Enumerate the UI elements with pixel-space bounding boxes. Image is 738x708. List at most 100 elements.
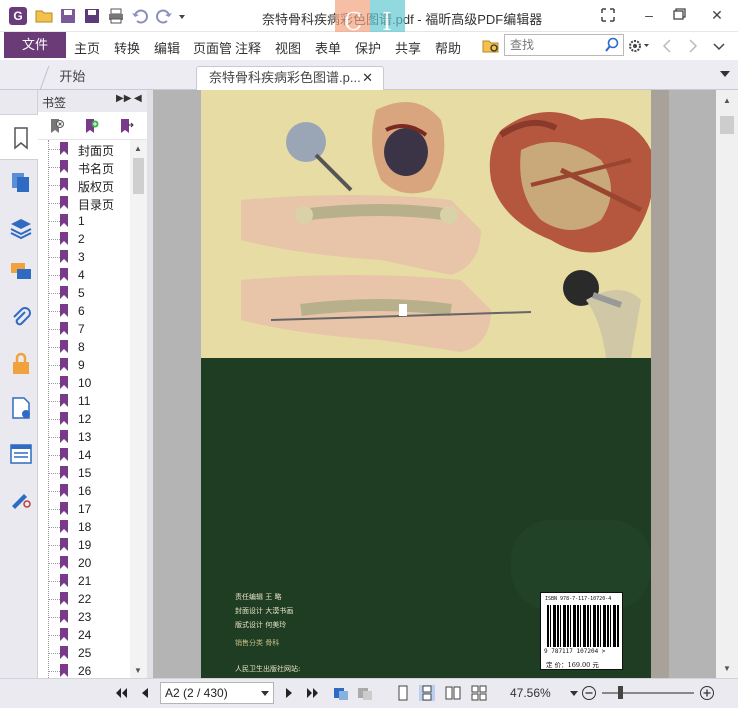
scroll-up-arrow-icon[interactable]: ▲ bbox=[134, 144, 142, 153]
add-bookmark-icon[interactable] bbox=[83, 118, 99, 134]
form-fields-icon[interactable] bbox=[9, 442, 33, 466]
redo-icon[interactable] bbox=[155, 7, 173, 25]
next-view-icon[interactable] bbox=[357, 685, 373, 701]
zoom-slider-thumb[interactable] bbox=[618, 686, 623, 699]
print-icon[interactable] bbox=[107, 7, 125, 25]
zoom-slider-track[interactable] bbox=[602, 692, 694, 694]
file-menu-button[interactable]: 文件 bbox=[4, 32, 66, 58]
bookmark-item[interactable]: 书名页 bbox=[48, 158, 130, 176]
layers-icon[interactable] bbox=[9, 216, 33, 240]
search-box[interactable] bbox=[504, 34, 624, 56]
menu-protect[interactable]: 保护 bbox=[355, 38, 381, 57]
first-page-icon[interactable] bbox=[113, 685, 129, 701]
next-page-icon[interactable] bbox=[281, 685, 297, 701]
doc-scroll-up-arrow-icon[interactable]: ▲ bbox=[723, 96, 731, 105]
doc-scroll-down-arrow-icon[interactable]: ▼ bbox=[723, 664, 731, 673]
bookmark-item[interactable]: 17 bbox=[48, 500, 130, 518]
document-properties-icon[interactable] bbox=[9, 396, 33, 420]
save-icon[interactable] bbox=[59, 7, 77, 25]
continuous-view-icon[interactable] bbox=[419, 685, 435, 701]
document-scrollbar[interactable]: ▲ ▼ bbox=[716, 90, 738, 678]
find-folder-icon[interactable] bbox=[482, 37, 500, 55]
bookmark-item[interactable]: 版权页 bbox=[48, 176, 130, 194]
bookmark-item[interactable]: 10 bbox=[48, 374, 130, 392]
bookmark-item[interactable]: 23 bbox=[48, 608, 130, 626]
bookmark-item[interactable]: 1 bbox=[48, 212, 130, 230]
bookmark-item[interactable]: 8 bbox=[48, 338, 130, 356]
zoom-level[interactable]: 47.56% bbox=[510, 686, 551, 700]
tab-document[interactable]: 奈特骨科疾病彩色图谱.p... ✕ bbox=[196, 66, 384, 90]
next-arrow-icon[interactable] bbox=[686, 38, 700, 54]
bookmark-item[interactable]: 13 bbox=[48, 428, 130, 446]
bookmark-item[interactable]: 15 bbox=[48, 464, 130, 482]
minimize-button[interactable]: – bbox=[638, 4, 660, 26]
previous-page-icon[interactable] bbox=[137, 685, 153, 701]
menu-share[interactable]: 共享 bbox=[395, 38, 421, 57]
continuous-facing-view-icon[interactable] bbox=[471, 685, 487, 701]
bookmark-item[interactable]: 封面页 bbox=[48, 140, 130, 158]
bookmark-item[interactable]: 21 bbox=[48, 572, 130, 590]
collapse-ribbon-icon[interactable] bbox=[712, 38, 726, 54]
bookmark-item[interactable]: 18 bbox=[48, 518, 130, 536]
bookmark-item[interactable]: 4 bbox=[48, 266, 130, 284]
delete-bookmark-icon[interactable] bbox=[48, 118, 64, 134]
bookmark-item[interactable]: 20 bbox=[48, 554, 130, 572]
restore-button[interactable] bbox=[668, 4, 690, 26]
bookmark-panel-icon[interactable] bbox=[9, 126, 33, 150]
menu-form[interactable]: 表单 bbox=[315, 38, 341, 57]
menu-view[interactable]: 视图 bbox=[275, 38, 301, 57]
save-as-icon[interactable] bbox=[83, 7, 101, 25]
comments-icon[interactable] bbox=[9, 260, 33, 284]
undo-icon[interactable] bbox=[131, 7, 149, 25]
tab-list-dropdown-icon[interactable] bbox=[720, 71, 730, 77]
menu-page-manage[interactable]: 页面管 bbox=[193, 38, 231, 57]
menu-home[interactable]: 主页 bbox=[74, 38, 100, 57]
document-view[interactable]: 责任编辑 王 略 封面设计 大漠书画 版式设计 何美玲 销售分类 骨科 人民卫生… bbox=[153, 90, 716, 678]
foxit-app-icon[interactable]: G bbox=[9, 7, 27, 25]
menu-edit[interactable]: 编辑 bbox=[154, 38, 180, 57]
bookmark-item[interactable]: 3 bbox=[48, 248, 130, 266]
security-lock-icon[interactable] bbox=[9, 352, 33, 376]
expand-panel-icon[interactable]: ▶▶ bbox=[116, 93, 131, 104]
bookmark-item[interactable]: 25 bbox=[48, 644, 130, 662]
bookmark-item[interactable]: 9 bbox=[48, 356, 130, 374]
bookmark-scrollbar[interactable]: ▲ ▼ bbox=[130, 140, 147, 678]
open-folder-icon[interactable] bbox=[35, 7, 53, 25]
scroll-down-arrow-icon[interactable]: ▼ bbox=[134, 666, 142, 675]
bookmark-item[interactable]: 16 bbox=[48, 482, 130, 500]
bookmark-item[interactable]: 19 bbox=[48, 536, 130, 554]
bookmark-item[interactable]: 目录页 bbox=[48, 194, 130, 212]
page-thumbnails-icon[interactable] bbox=[9, 170, 33, 194]
zoom-dropdown-caret-icon[interactable] bbox=[570, 691, 578, 696]
zoom-in-icon[interactable] bbox=[699, 685, 715, 701]
search-icon[interactable] bbox=[604, 37, 620, 53]
bookmark-destination-icon[interactable] bbox=[118, 118, 134, 134]
single-page-view-icon[interactable] bbox=[395, 685, 411, 701]
customize-quick-access-icon[interactable] bbox=[177, 7, 187, 25]
full-screen-icon[interactable] bbox=[597, 4, 619, 26]
bookmark-item[interactable]: 14 bbox=[48, 446, 130, 464]
search-input[interactable] bbox=[505, 35, 601, 55]
bookmark-item[interactable]: 5 bbox=[48, 284, 130, 302]
menu-help[interactable]: 帮助 bbox=[435, 38, 461, 57]
signature-tools-icon[interactable] bbox=[9, 486, 33, 510]
zoom-out-icon[interactable] bbox=[581, 685, 597, 701]
bookmark-item[interactable]: 26 bbox=[48, 662, 130, 678]
bookmark-item[interactable]: 6 bbox=[48, 302, 130, 320]
close-window-button[interactable]: ✕ bbox=[706, 4, 728, 26]
page-number-select[interactable]: A2 (2 / 430) bbox=[160, 682, 274, 704]
settings-gear-icon[interactable] bbox=[628, 38, 650, 54]
tab-start[interactable]: 开始 bbox=[39, 66, 199, 90]
bookmark-item[interactable]: 12 bbox=[48, 410, 130, 428]
close-tab-icon[interactable]: ✕ bbox=[362, 67, 373, 89]
bookmark-scroll-thumb[interactable] bbox=[133, 158, 144, 194]
attachments-icon[interactable] bbox=[9, 306, 33, 330]
bookmark-item[interactable]: 22 bbox=[48, 590, 130, 608]
last-page-icon[interactable] bbox=[305, 685, 321, 701]
bookmark-item[interactable]: 2 bbox=[48, 230, 130, 248]
previous-view-icon[interactable] bbox=[333, 685, 349, 701]
bookmark-item[interactable]: 7 bbox=[48, 320, 130, 338]
collapse-panel-icon[interactable]: ◀ bbox=[134, 93, 142, 104]
bookmark-item[interactable]: 24 bbox=[48, 626, 130, 644]
menu-comment[interactable]: 注释 bbox=[235, 38, 261, 57]
